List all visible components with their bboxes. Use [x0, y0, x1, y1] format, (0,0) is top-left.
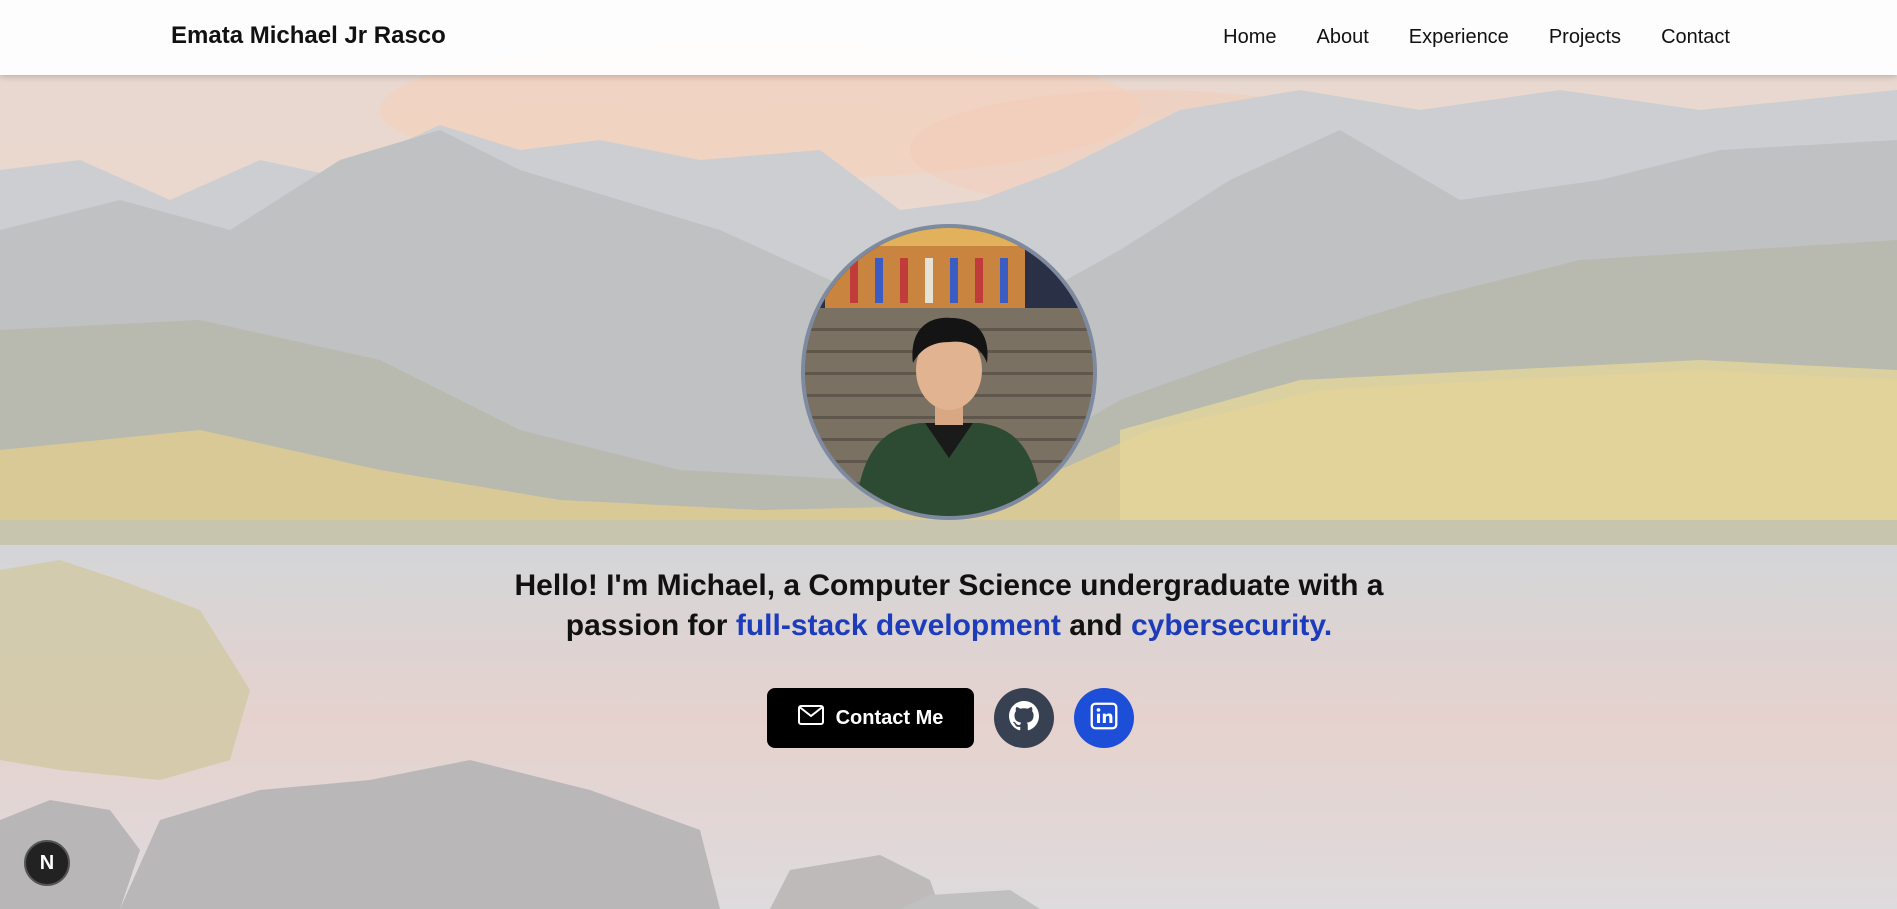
intro-text: Hello! I'm Michael, a Computer Science u…	[470, 566, 1428, 646]
nav-link-about[interactable]: About	[1316, 26, 1368, 49]
nav-link-contact[interactable]: Contact	[1661, 26, 1730, 49]
intro-connector: and	[1069, 609, 1123, 642]
contact-me-button[interactable]: Contact Me	[767, 688, 974, 748]
nextjs-icon: N	[39, 851, 55, 874]
hero-actions: Contact Me	[767, 688, 1134, 748]
github-icon	[1009, 700, 1039, 736]
contact-me-label: Contact Me	[835, 706, 944, 729]
highlight-full-stack: full-stack development	[735, 609, 1061, 642]
navbar: Emata Michael Jr Rasco Home About Experi…	[0, 0, 1897, 75]
brand-name[interactable]: Emata Michael Jr Rasco	[171, 22, 446, 50]
nav-link-home[interactable]: Home	[1223, 26, 1276, 49]
nav-links: Home About Experience Projects Contact	[1223, 26, 1730, 49]
mail-icon	[797, 705, 824, 731]
nextjs-dev-badge[interactable]: N	[24, 840, 70, 886]
linkedin-icon	[1090, 702, 1118, 735]
github-button[interactable]	[994, 688, 1054, 748]
profile-avatar	[801, 224, 1097, 520]
nav-link-projects[interactable]: Projects	[1549, 26, 1621, 49]
highlight-cybersecurity: cybersecurity.	[1130, 609, 1333, 642]
linkedin-button[interactable]	[1074, 688, 1134, 748]
nav-link-experience[interactable]: Experience	[1409, 26, 1509, 49]
